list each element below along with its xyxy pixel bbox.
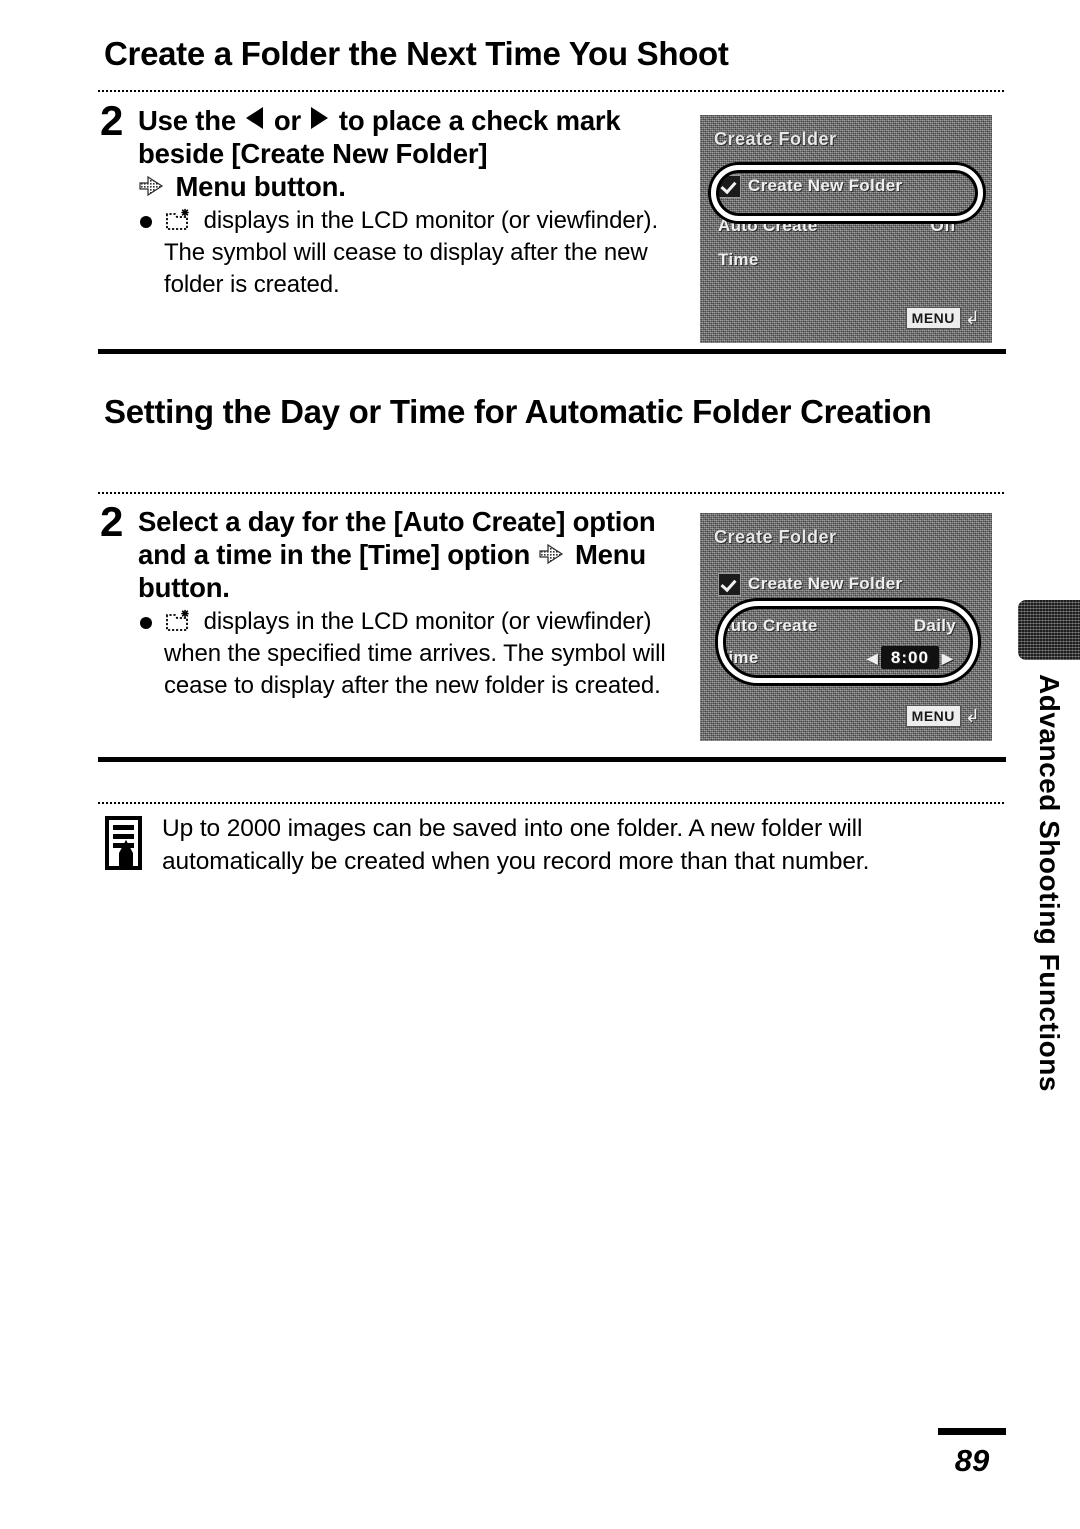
divider-dotted	[98, 492, 1006, 494]
menu-button-badge: MENU	[905, 705, 961, 727]
lcd-row-create-new-folder[interactable]: Create New Folder	[718, 569, 974, 599]
divider-dotted	[98, 90, 1006, 92]
lcd-row-time[interactable]: Time	[718, 245, 974, 275]
footer-rule	[938, 1428, 1006, 1435]
step-instruction: Use the or to place a check mark beside …	[138, 104, 690, 203]
new-folder-star-icon	[165, 609, 192, 633]
checkbox-checked-icon[interactable]	[718, 174, 741, 198]
step-text-4: Menu button.	[175, 171, 346, 202]
lcd-menu-hint: MENU ↲	[905, 705, 980, 727]
left-arrow-icon	[246, 107, 264, 129]
step-text-2: or	[273, 105, 301, 136]
lcd-menu-title: Create Folder	[714, 527, 837, 547]
menu-button-badge: MENU	[905, 307, 961, 329]
right-arrow-icon	[311, 107, 329, 129]
step-body: Use the or to place a check mark beside …	[138, 104, 690, 301]
return-arrow-icon: ↲	[964, 705, 980, 726]
lcd-row-label: Auto Create	[718, 616, 818, 635]
lcd-menu-title: Create Folder	[714, 129, 837, 149]
lcd-row-auto-create[interactable]: Auto Create Off	[718, 211, 974, 241]
return-arrow-icon: ↲	[964, 307, 980, 328]
side-tab: Advanced Shooting Functions	[1018, 600, 1080, 1200]
step-block-2: 2 Select a day for the [Auto Create] opt…	[100, 501, 690, 702]
page-title: Create a Folder the Next Time You Shoot	[104, 35, 729, 72]
lcd-row-value: Off	[930, 216, 956, 235]
side-tab-marker	[1018, 600, 1080, 660]
side-tab-label: Advanced Shooting Functions	[1034, 674, 1065, 1092]
divider-thick	[98, 757, 1006, 762]
lcd-row-label: Time	[718, 250, 759, 269]
section-title-2: Setting the Day or Time for Automatic Fo…	[104, 393, 932, 430]
lcd-row-label: Create New Folder	[748, 176, 903, 195]
left-arrow-icon[interactable]: ◀	[864, 650, 881, 666]
step-number: 2	[100, 97, 124, 144]
checkbox-checked-icon[interactable]	[718, 572, 741, 596]
menu-arrow-icon	[538, 542, 564, 566]
step-text-1: Use the	[138, 105, 236, 136]
bullet-icon	[140, 216, 152, 228]
lcd-row-time[interactable]: Time ◀ 8:00 ▶	[718, 643, 974, 673]
note-block: Up to 2000 images can be saved into one …	[104, 812, 984, 878]
step-note-text: displays in the LCD monitor (or viewfind…	[164, 207, 659, 298]
manual-page: Create a Folder the Next Time You Shoot …	[0, 0, 1080, 1529]
lcd-screenshot-auto-create: Create Folder Create New Folder Auto Cre…	[700, 513, 992, 741]
lcd-row-value: Daily	[913, 616, 956, 635]
step-body: Select a day for the [Auto Create] optio…	[138, 505, 690, 702]
lcd-row-label: Create New Folder	[748, 574, 903, 593]
divider-dotted	[98, 802, 1006, 804]
step-instruction: Select a day for the [Auto Create] optio…	[138, 505, 690, 604]
new-folder-star-icon	[165, 208, 192, 232]
step-note: displays in the LCD monitor (or viewfind…	[138, 606, 690, 702]
bullet-icon	[140, 617, 152, 629]
note-text: Up to 2000 images can be saved into one …	[162, 815, 870, 875]
lcd-row-value-group: ◀ 8:00 ▶	[864, 646, 956, 669]
lcd-row-label: Time	[718, 648, 759, 667]
step-note-text: displays in the LCD monitor (or viewfind…	[164, 608, 666, 699]
divider-thick	[98, 349, 1006, 354]
lcd-row-create-new-folder[interactable]: Create New Folder	[718, 171, 974, 201]
step-block-1: 2 Use the or to place a check mark besid…	[100, 100, 690, 301]
page-number: 89	[954, 1443, 990, 1478]
lcd-menu-hint: MENU ↲	[905, 307, 980, 329]
right-arrow-icon[interactable]: ▶	[939, 650, 956, 666]
lcd-row-label: Auto Create	[718, 216, 818, 235]
lcd-row-auto-create[interactable]: Auto Create Daily	[718, 611, 974, 641]
menu-arrow-icon	[138, 174, 164, 198]
lcd-screenshot-create-new-folder: Create Folder Create New Folder Auto Cre…	[700, 115, 992, 343]
step-note: displays in the LCD monitor (or viewfind…	[138, 205, 690, 301]
step-number: 2	[100, 498, 124, 545]
time-value[interactable]: 8:00	[880, 646, 939, 669]
note-pencil-icon	[104, 816, 150, 874]
